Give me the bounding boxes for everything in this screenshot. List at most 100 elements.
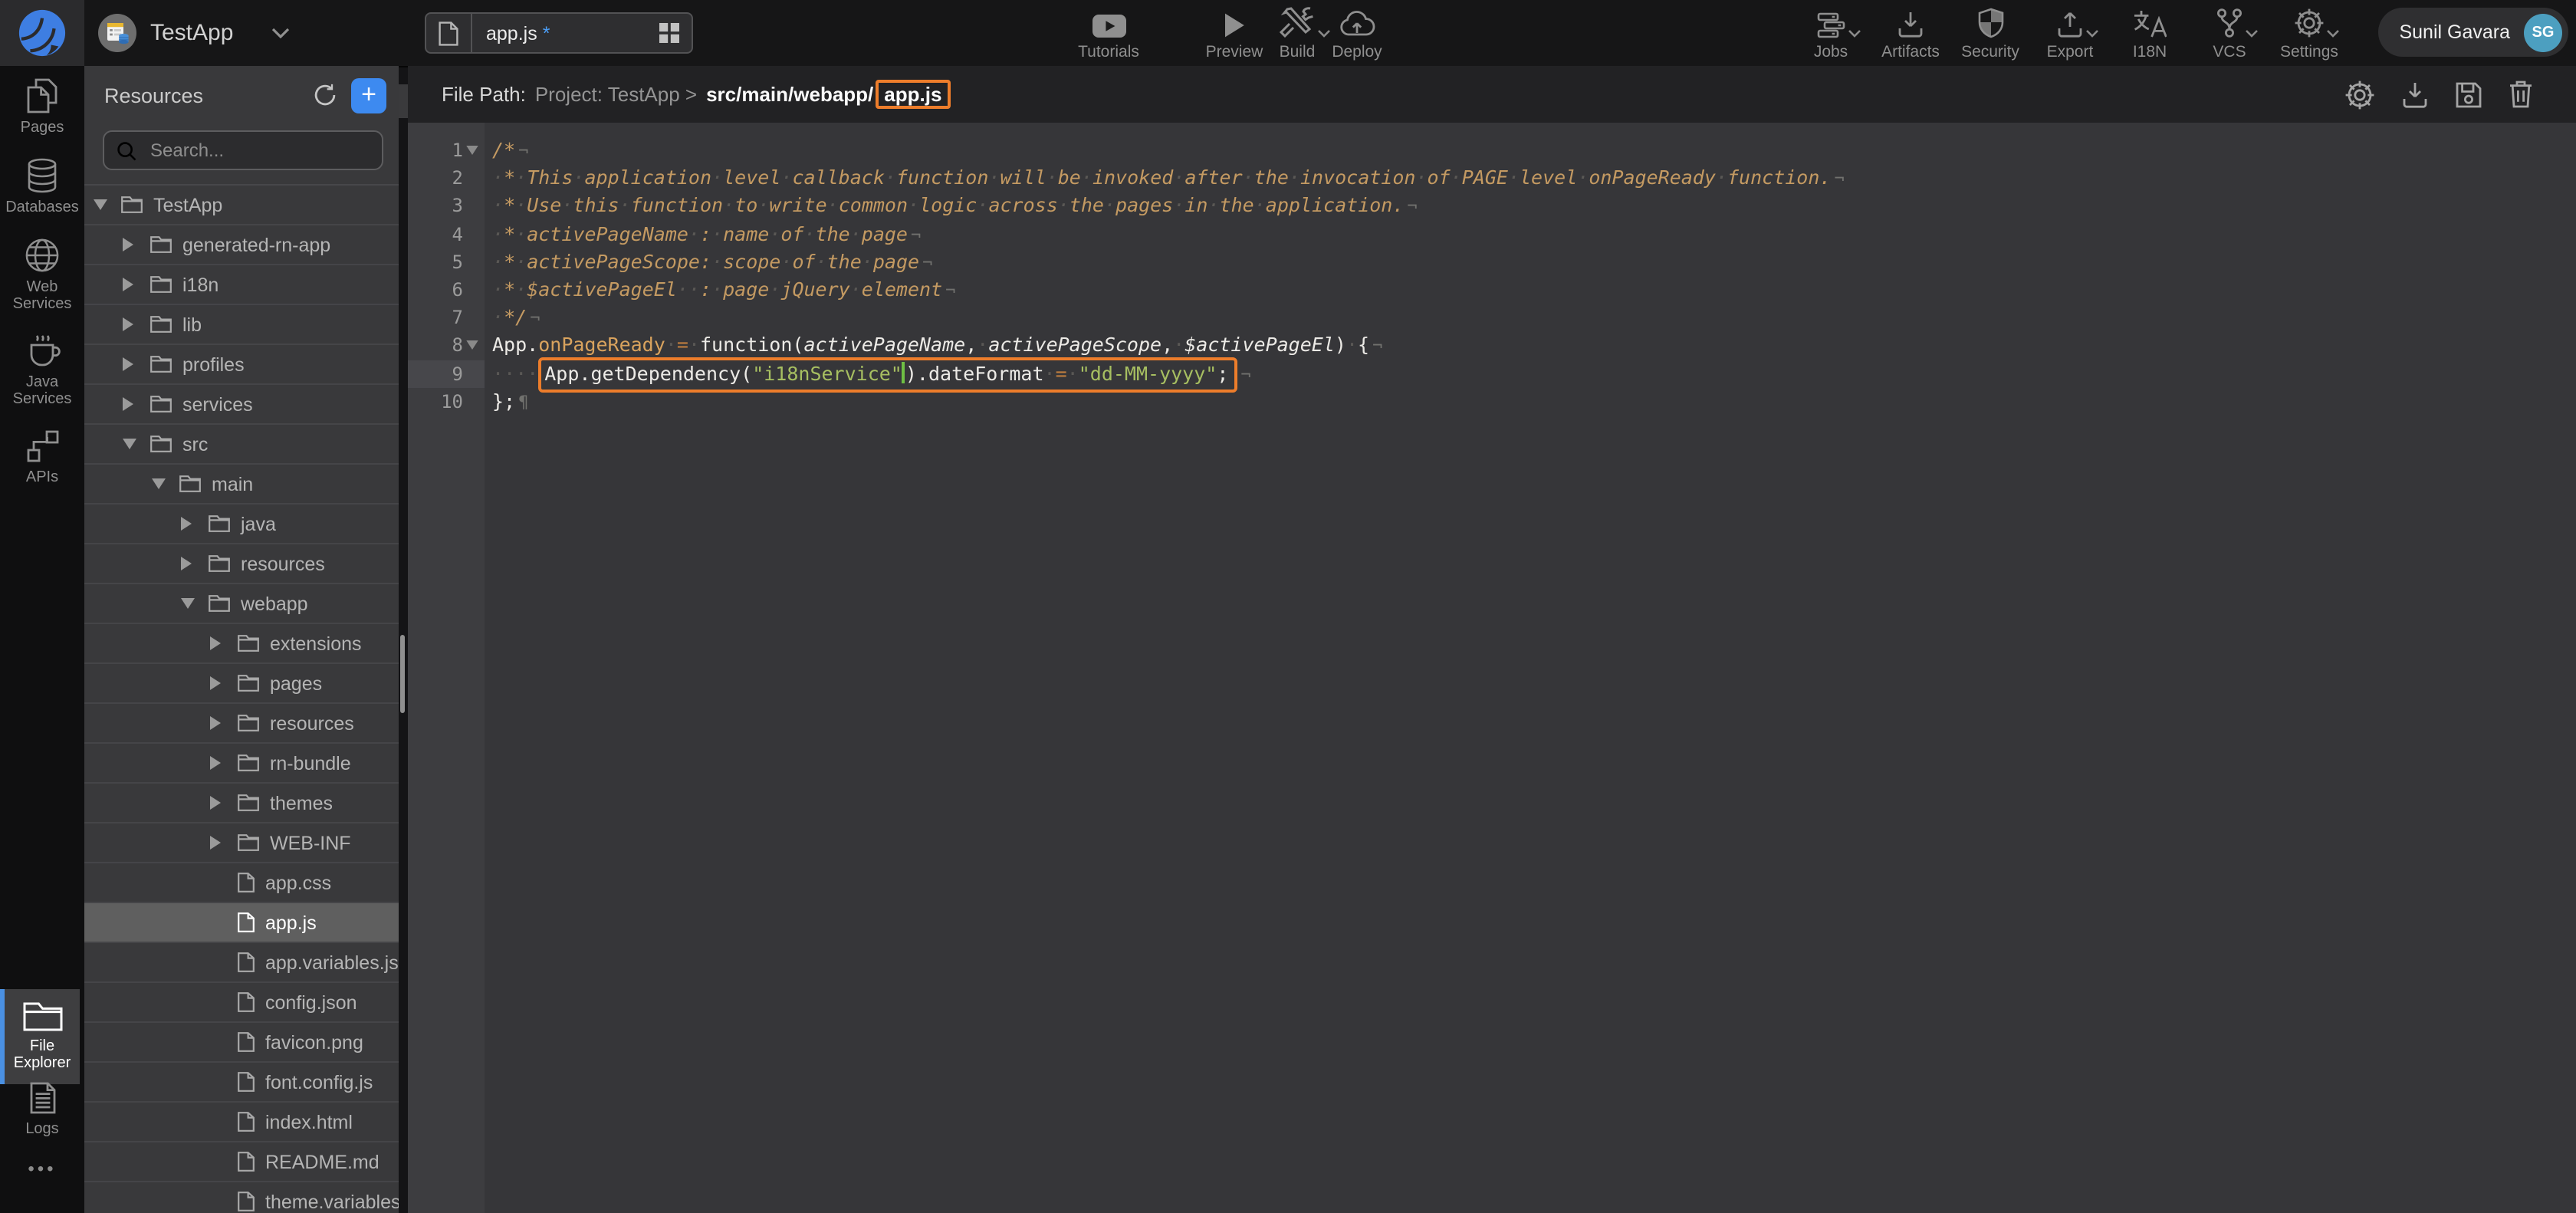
tree-item-themes[interactable]: themes — [84, 784, 399, 823]
chevron-collapsed-icon[interactable] — [210, 636, 238, 650]
line-number[interactable]: 6 — [408, 276, 485, 304]
chevron-down-icon[interactable] — [1847, 29, 1861, 38]
code-line-10[interactable]: 10};¶ — [408, 387, 2576, 415]
line-number[interactable]: 4 — [408, 220, 485, 248]
chevron-collapsed-icon[interactable] — [210, 716, 238, 730]
tree-item-src[interactable]: src — [84, 425, 399, 465]
tree-scrollbar[interactable] — [400, 635, 405, 713]
tree-item-config.json[interactable]: config.json — [84, 983, 399, 1023]
editor-settings-icon[interactable] — [2344, 79, 2375, 110]
sidebar-item-java-services[interactable]: Java Services — [0, 334, 84, 408]
artifacts-button[interactable]: Artifacts — [1877, 8, 1944, 61]
line-number[interactable]: 2 — [408, 164, 485, 192]
code-text[interactable]: ·*/¬ — [485, 304, 540, 331]
code-text[interactable]: ·*·$activePageEl··:·page·jQuery·element¬ — [485, 276, 955, 304]
tree-item-webapp[interactable]: webapp — [84, 584, 399, 624]
sidebar-item-databases[interactable]: Databases — [0, 158, 84, 216]
chevron-collapsed-icon[interactable] — [181, 557, 209, 570]
chevron-down-icon[interactable] — [271, 28, 290, 38]
tree-item-WEB-INF[interactable]: WEB-INF — [84, 823, 399, 863]
chevron-collapsed-icon[interactable] — [123, 397, 150, 411]
tree-item-favicon.png[interactable]: favicon.png — [84, 1023, 399, 1063]
tree-item-rn-bundle[interactable]: rn-bundle — [84, 744, 399, 784]
code-text[interactable]: ·*·This·application·level·callback·funct… — [485, 164, 1845, 192]
code-line-1[interactable]: 1/*¬ — [408, 136, 2576, 164]
jobs-button[interactable]: Jobs — [1797, 8, 1865, 61]
project-switcher[interactable]: TestApp — [98, 0, 290, 66]
code-text[interactable]: ·*·activePageScope:·scope·of·the·page¬ — [485, 248, 932, 276]
chevron-collapsed-icon[interactable] — [123, 278, 150, 291]
user-menu[interactable]: Sunil Gavara SG — [2377, 8, 2568, 57]
chevron-expanded-icon[interactable] — [123, 439, 150, 449]
chevron-expanded-icon[interactable] — [94, 199, 121, 210]
vcs-button[interactable]: VCS — [2196, 8, 2263, 61]
chevron-collapsed-icon[interactable] — [123, 357, 150, 371]
editor-delete-icon[interactable] — [2509, 79, 2533, 110]
search-input[interactable] — [147, 138, 337, 163]
chevron-down-icon[interactable] — [2085, 29, 2099, 38]
tree-item-lib[interactable]: lib — [84, 305, 399, 345]
sidebar-more-button[interactable]: ••• — [0, 1158, 84, 1179]
tree-item-i18n[interactable]: i18n — [84, 265, 399, 305]
code-text[interactable]: ·*·Use·this·function·to·write·common·log… — [485, 192, 1418, 220]
tab-app-js[interactable]: app.js * — [425, 12, 693, 54]
security-button[interactable]: Security — [1957, 8, 2024, 61]
tutorials-button[interactable]: Tutorials — [1069, 8, 1148, 61]
code-text[interactable]: /*¬ — [485, 136, 528, 164]
chevron-collapsed-icon[interactable] — [181, 517, 209, 531]
tree-item-generated-rn-app[interactable]: generated-rn-app — [84, 225, 399, 265]
sidebar-item-logs[interactable]: Logs — [0, 1081, 84, 1138]
fold-arrow-icon[interactable] — [466, 146, 478, 155]
code-text[interactable]: ·*·activePageName·:·name·of·the·page¬ — [485, 220, 921, 248]
code-line-2[interactable]: 2·*·This·application·level·callback·func… — [408, 164, 2576, 192]
chevron-collapsed-icon[interactable] — [210, 756, 238, 770]
tree-item-services[interactable]: services — [84, 385, 399, 425]
chevron-collapsed-icon[interactable] — [123, 238, 150, 251]
editor-save-icon[interactable] — [2455, 79, 2482, 110]
sidebar-item-pages[interactable]: Pages — [0, 78, 84, 136]
code-line-8[interactable]: 8App.onPageReady·=·function(activePageNa… — [408, 332, 2576, 360]
chevron-expanded-icon[interactable] — [152, 478, 179, 489]
tree-item-main[interactable]: main — [84, 465, 399, 505]
tree-item-theme.variables[interactable]: theme.variables — [84, 1182, 399, 1213]
refresh-icon[interactable] — [313, 83, 337, 107]
chevron-collapsed-icon[interactable] — [123, 317, 150, 331]
chevron-down-icon[interactable] — [2326, 29, 2340, 38]
fold-arrow-icon[interactable] — [466, 341, 478, 350]
code-line-9[interactable]: 9····App.getDependency("i18nService").da… — [408, 360, 2576, 387]
breadcrumb-project[interactable]: Project: TestApp > — [535, 83, 697, 106]
tree-item-pages[interactable]: pages — [84, 664, 399, 704]
tree-item-profiles[interactable]: profiles — [84, 345, 399, 385]
resource-search[interactable] — [103, 130, 383, 170]
line-number[interactable]: 1 — [408, 136, 485, 164]
line-number[interactable]: 9 — [408, 360, 485, 387]
tree-item-resources[interactable]: resources — [84, 544, 399, 584]
chevron-collapsed-icon[interactable] — [210, 676, 238, 690]
export-button[interactable]: Export — [2036, 8, 2104, 61]
code-area[interactable]: 1/*¬2·*·This·application·level·callback·… — [408, 123, 2576, 1213]
code-line-6[interactable]: 6·*·$activePageEl··:·page·jQuery·element… — [408, 276, 2576, 304]
editor-download-icon[interactable] — [2401, 79, 2429, 110]
sidebar-item-web-services[interactable]: Web Services — [0, 238, 84, 313]
tree-item-app.variables.js[interactable]: app.variables.js — [84, 943, 399, 983]
line-number[interactable]: 8 — [408, 332, 485, 360]
code-line-3[interactable]: 3·*·Use·this·function·to·write·common·lo… — [408, 192, 2576, 220]
grid-icon[interactable] — [659, 23, 679, 43]
tree-item-resources[interactable]: resources — [84, 704, 399, 744]
tree-item-index.html[interactable]: index.html — [84, 1103, 399, 1142]
sidebar-item-apis[interactable]: APIs — [0, 429, 84, 486]
tree-item-java[interactable]: java — [84, 505, 399, 544]
code-text[interactable]: };¶ — [485, 387, 528, 415]
line-number[interactable]: 3 — [408, 192, 485, 220]
deploy-button[interactable]: Deploy — [1317, 8, 1397, 61]
tree-item-extensions[interactable]: extensions — [84, 624, 399, 664]
tree-item-app.css[interactable]: app.css — [84, 863, 399, 903]
chevron-expanded-icon[interactable] — [181, 598, 209, 609]
code-text[interactable]: App.onPageReady·=·function(activePageNam… — [485, 332, 1382, 360]
line-number[interactable]: 7 — [408, 304, 485, 331]
code-line-5[interactable]: 5·*·activePageScope:·scope·of·the·page¬ — [408, 248, 2576, 276]
line-number[interactable]: 5 — [408, 248, 485, 276]
code-text[interactable]: ····App.getDependency("i18nService").dat… — [485, 360, 1251, 387]
wavemaker-logo[interactable] — [0, 0, 84, 66]
tree-item-README.md[interactable]: README.md — [84, 1142, 399, 1182]
